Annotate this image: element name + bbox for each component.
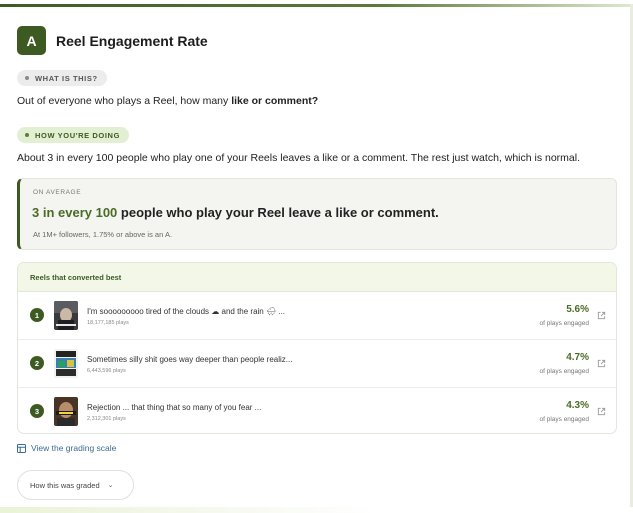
top-reels-heading: Reels that converted best — [18, 263, 616, 292]
reel-plays: 6,443,596 plays — [87, 368, 126, 374]
pill-label: HOW YOU'RE DOING — [35, 130, 120, 140]
external-link-icon[interactable] — [597, 359, 606, 368]
grading-scale-link[interactable]: View the grading scale — [17, 443, 116, 453]
pill-label: WHAT IS THIS? — [35, 73, 98, 83]
average-highlight: 3 in every 100 — [32, 205, 118, 220]
rank-badge: 2 — [30, 356, 44, 370]
how-graded-button[interactable]: How this was graded ⌄ — [17, 470, 134, 500]
how-doing-pill: HOW YOU'RE DOING — [17, 127, 129, 143]
reel-row[interactable]: 3 Rejection ... that thing that so many … — [18, 388, 616, 433]
top-reels-panel: Reels that converted best 1 I'm sooooooo… — [17, 262, 617, 434]
average-statement: 3 in every 100 people who play your Reel… — [32, 205, 439, 220]
bullet-icon — [25, 133, 29, 137]
grading-link-label: View the grading scale — [31, 443, 117, 453]
reel-thumbnail[interactable] — [54, 301, 78, 330]
reel-caption: Sometimes silly shit goes way deeper tha… — [87, 355, 293, 364]
bottom-accent — [0, 507, 633, 513]
question-prefix: Out of everyone who plays a Reel, how ma… — [17, 95, 232, 107]
top-accent-bar — [0, 4, 633, 7]
reel-thumbnail[interactable] — [54, 397, 78, 426]
external-link-icon[interactable] — [597, 311, 606, 320]
average-rest: people who play your Reel leave a like o… — [117, 205, 439, 220]
how-graded-label: How this was graded — [30, 480, 100, 490]
grade-avatar: A — [17, 26, 46, 55]
engagement-label: of plays engaged — [539, 320, 589, 327]
engagement-percent: 4.7% — [566, 352, 589, 363]
average-callout: ON AVERAGE 3 in every 100 people who pla… — [17, 178, 617, 250]
rank-badge: 3 — [30, 404, 44, 418]
card-header: A Reel Engagement Rate — [17, 26, 208, 55]
how-doing-text: About 3 in every 100 people who play one… — [17, 152, 581, 164]
reel-caption: I'm sooooooooo tired of the clouds ☁ and… — [87, 307, 286, 316]
engagement-percent: 5.6% — [566, 304, 589, 315]
average-label: ON AVERAGE — [33, 189, 82, 196]
engagement-label: of plays engaged — [539, 416, 589, 423]
average-benchmark: At 1M+ followers, 1.75% or above is an A… — [33, 230, 173, 239]
chevron-down-icon: ⌄ — [107, 482, 114, 489]
external-link-icon[interactable] — [597, 407, 606, 416]
engagement-percent: 4.3% — [566, 400, 589, 411]
reel-plays: 2,312,301 plays — [87, 416, 126, 422]
reel-plays: 18,177,185 plays — [87, 320, 129, 326]
reel-row[interactable]: 2 Sometimes silly shit goes way deeper t… — [18, 340, 616, 388]
page-title: Reel Engagement Rate — [56, 32, 208, 49]
reel-row[interactable]: 1 I'm sooooooooo tired of the clouds ☁ a… — [18, 292, 616, 340]
what-is-this-text: Out of everyone who plays a Reel, how ma… — [17, 95, 318, 107]
reel-caption: Rejection ... that thing that so many of… — [87, 403, 262, 412]
question-bold: like or comment? — [231, 95, 319, 107]
what-is-this-pill: WHAT IS THIS? — [17, 70, 107, 86]
bullet-icon — [25, 76, 29, 80]
table-icon — [17, 443, 26, 453]
reel-thumbnail[interactable] — [54, 349, 78, 378]
engagement-label: of plays engaged — [539, 368, 589, 375]
rank-badge: 1 — [30, 308, 44, 322]
